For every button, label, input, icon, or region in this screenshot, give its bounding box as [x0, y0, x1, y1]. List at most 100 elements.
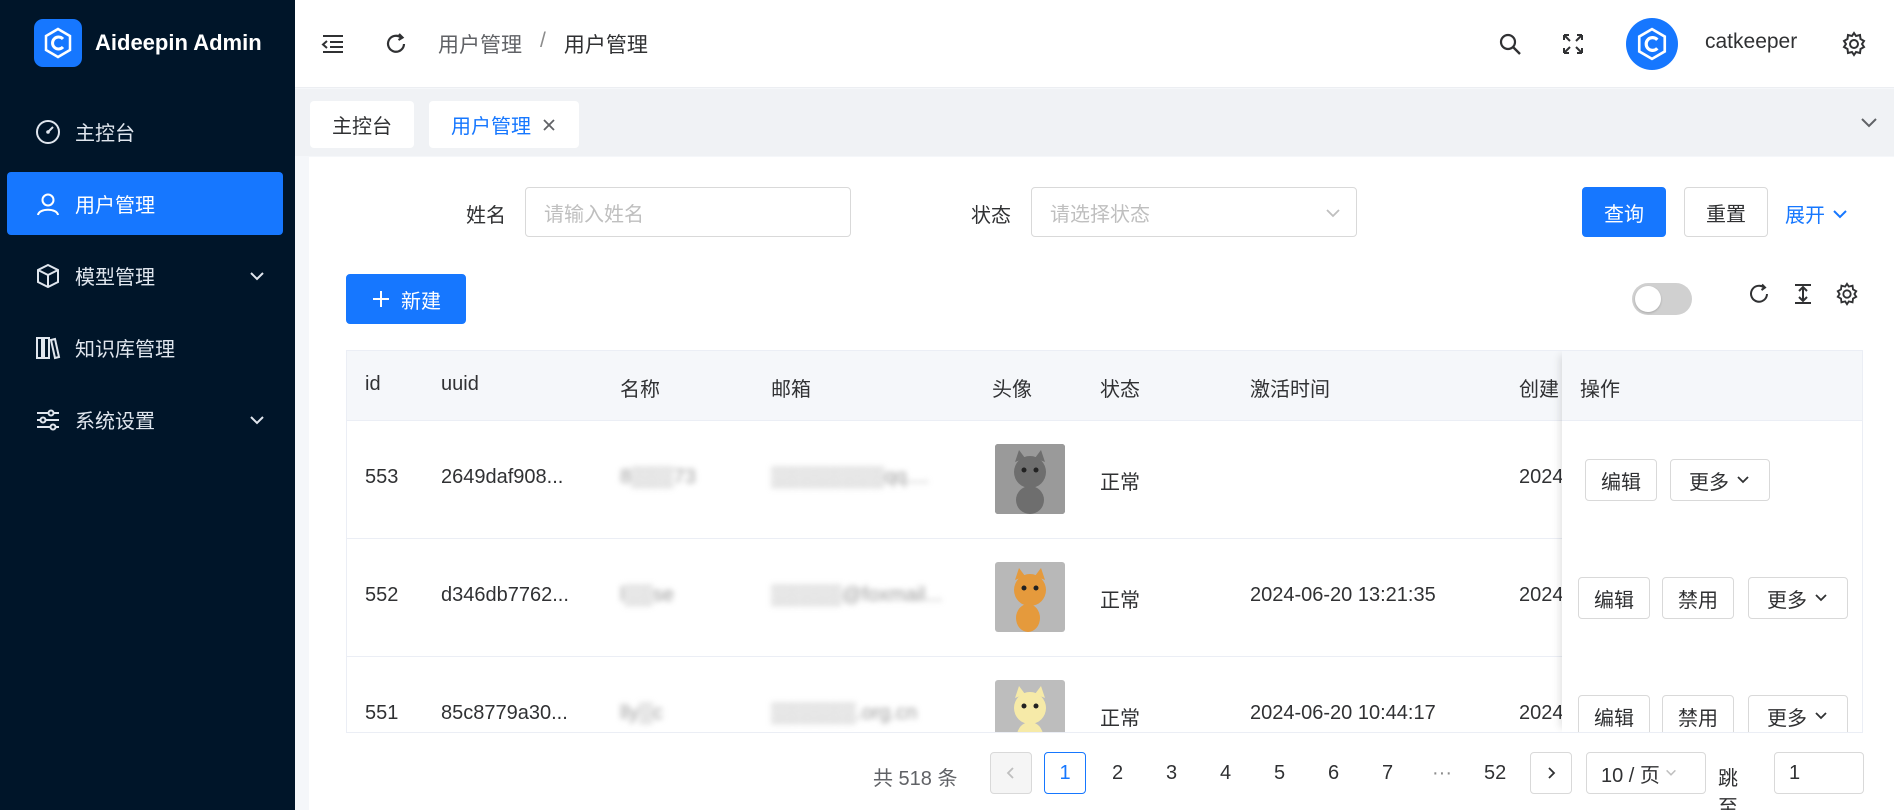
page-button-4[interactable]: 4	[1220, 762, 1231, 785]
cell-activated: 2024-06-20 13:21:35	[1250, 584, 1436, 606]
page-button-6[interactable]: 6	[1328, 762, 1339, 785]
column-header-activated: 激活时间	[1250, 379, 1330, 401]
cell-status: 正常	[1100, 708, 1140, 730]
page-button-2[interactable]: 2	[1112, 762, 1123, 785]
pagination-total: 共 518 条	[873, 768, 958, 790]
sidebar-item-label: 用户管理	[75, 195, 155, 217]
cell-uuid: 85c8779a30...	[441, 702, 568, 724]
reload-icon[interactable]	[1745, 280, 1773, 308]
fullscreen-icon[interactable]	[1558, 29, 1588, 59]
column-header-status: 状态	[1100, 379, 1140, 401]
jump-page-input[interactable]: 1	[1774, 752, 1864, 794]
search-icon[interactable]	[1495, 29, 1525, 59]
gear-icon[interactable]	[1833, 280, 1861, 308]
sidebar-item-label: 主控台	[75, 123, 135, 145]
column-header-email: 邮箱	[771, 379, 811, 401]
cell-id: 553	[365, 466, 399, 488]
page-button-1[interactable]: 1	[1044, 752, 1086, 794]
app-logo[interactable]: Aideepin Admin	[0, 0, 295, 86]
cell-email: ▒▒▒▒▒▒▒▒qq....	[771, 466, 929, 488]
sidebar-item-label: 模型管理	[75, 267, 155, 289]
sidebar-item-knowledge-base[interactable]: 知识库管理	[7, 316, 283, 379]
name-input[interactable]: 请输入姓名	[525, 187, 851, 237]
user-table: id uuid 名称 邮箱 头像 状态 激活时间 创建 553 2649daf9…	[346, 350, 1863, 733]
page-size-value: 10 / 页	[1601, 764, 1660, 787]
column-height-icon[interactable]	[1789, 280, 1817, 308]
chevron-down-icon	[250, 272, 264, 281]
chevron-left-icon	[1006, 767, 1014, 779]
jump-label: 跳至	[1718, 768, 1738, 810]
disable-button[interactable]: 禁用	[1662, 695, 1734, 732]
gear-icon[interactable]	[1839, 29, 1869, 59]
cell-email: ▒▒▒▒▒▒.org.cn	[771, 702, 918, 724]
tab-user-management[interactable]: 用户管理	[429, 101, 579, 148]
actions-header-label: 操作	[1580, 379, 1620, 401]
expand-button[interactable]: 展开	[1785, 199, 1849, 228]
chevron-down-icon	[1326, 209, 1340, 218]
cell-activated: 2024-06-20 10:44:17	[1250, 702, 1436, 724]
books-icon	[33, 333, 63, 363]
page-size-select[interactable]: 10 / 页	[1586, 752, 1706, 794]
cell-name: 8▒▒▒73	[620, 466, 696, 488]
tab-dashboard[interactable]: 主控台	[310, 101, 414, 148]
cell-name: l▒▒se	[620, 584, 674, 606]
breadcrumb-item-parent[interactable]: 用户管理	[438, 29, 522, 59]
page-button-7[interactable]: 7	[1382, 762, 1393, 785]
more-button[interactable]: 更多	[1748, 577, 1848, 619]
tabs-bar: 主控台 用户管理	[295, 89, 1894, 156]
more-button[interactable]: 更多	[1748, 695, 1848, 732]
sidebar-item-system-settings[interactable]: 系统设置	[7, 388, 283, 451]
edit-button[interactable]: 编辑	[1578, 577, 1650, 619]
more-button[interactable]: 更多	[1670, 459, 1770, 501]
cell-status: 正常	[1100, 590, 1140, 612]
page-ellipsis[interactable]: ···	[1432, 762, 1452, 785]
density-toggle[interactable]	[1632, 283, 1692, 315]
refresh-icon[interactable]	[381, 29, 411, 59]
cell-name: lly▒c	[620, 702, 664, 724]
edit-button[interactable]: 编辑	[1585, 459, 1657, 501]
cat-avatar-image	[995, 444, 1065, 514]
chevron-down-icon[interactable]	[1858, 111, 1880, 133]
jump-page-value: 1	[1789, 761, 1801, 784]
toggle-knob	[1635, 286, 1661, 312]
top-header: 用户管理 / 用户管理 catkeeper	[295, 0, 1894, 88]
cell-created: 2024	[1519, 466, 1564, 488]
expand-label: 展开	[1785, 205, 1825, 227]
cube-icon	[33, 261, 63, 291]
main-card: 姓名 请输入姓名 状态 请选择状态 查询 重置 展开 新建 id uuid 名称…	[309, 157, 1894, 810]
page-button-5[interactable]: 5	[1274, 762, 1285, 785]
cell-created: 2024	[1519, 584, 1564, 606]
sidebar-item-user-management[interactable]: 用户管理	[7, 172, 283, 235]
chevron-down-icon	[250, 416, 264, 425]
avatar[interactable]	[1626, 18, 1678, 70]
page-button-3[interactable]: 3	[1166, 762, 1177, 785]
prev-page-button[interactable]	[990, 752, 1032, 794]
status-select[interactable]: 请选择状态	[1031, 187, 1357, 237]
name-placeholder: 请输入姓名	[544, 203, 644, 226]
plus-icon	[373, 291, 389, 307]
sidebar-item-dashboard[interactable]: 主控台	[7, 100, 283, 163]
cat-avatar-image	[995, 562, 1065, 632]
app-title: Aideepin Admin	[95, 30, 262, 55]
chevron-down-icon	[1737, 476, 1749, 484]
username[interactable]: catkeeper	[1705, 30, 1797, 54]
cell-created: 2024	[1519, 702, 1564, 724]
edit-button[interactable]: 编辑	[1578, 695, 1650, 732]
query-button[interactable]: 查询	[1582, 187, 1666, 237]
menu-fold-icon[interactable]	[318, 29, 348, 59]
close-icon[interactable]	[541, 117, 557, 133]
page-button-52[interactable]: 52	[1484, 762, 1506, 785]
cell-id: 551	[365, 702, 399, 724]
sidebar-item-label: 系统设置	[75, 411, 155, 433]
disable-button[interactable]: 禁用	[1662, 577, 1734, 619]
chevron-down-icon	[1665, 769, 1676, 776]
reset-button[interactable]: 重置	[1684, 187, 1768, 237]
next-page-button[interactable]	[1530, 752, 1572, 794]
more-button-label: 更多	[1767, 707, 1807, 730]
sidebar-item-model-management[interactable]: 模型管理	[7, 244, 283, 307]
new-button[interactable]: 新建	[346, 274, 466, 324]
tab-label: 用户管理	[451, 116, 531, 138]
sliders-icon	[33, 405, 63, 435]
cell-id: 552	[365, 584, 399, 606]
breadcrumb: 用户管理 / 用户管理	[438, 29, 648, 59]
